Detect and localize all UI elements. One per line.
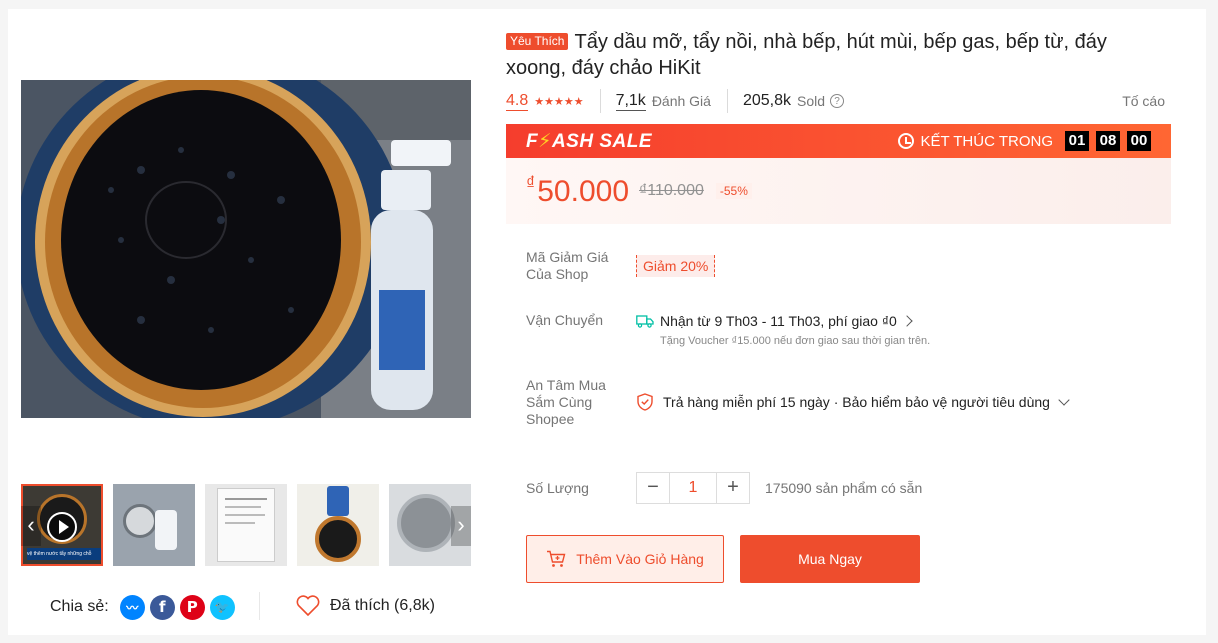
sold-count: 205,8k <box>742 92 792 109</box>
quantity-label: Số Lượng <box>526 480 589 496</box>
thumbnail-2[interactable] <box>113 484 195 566</box>
reviews-count[interactable]: 7,1k <box>615 92 646 111</box>
clock-icon <box>898 133 915 149</box>
flash-sale-bar: F⚡ASH SALE KẾT THÚC TRONG 01 08 00 <box>506 124 1171 158</box>
stock-available: 175090 sản phẩm có sẵn <box>765 480 923 496</box>
guarantee-text: Trả hàng miễn phí 15 ngày · Bảo hiểm bảo… <box>663 394 1050 410</box>
discount-badge: -55% <box>715 183 752 199</box>
stat-divider <box>726 89 728 113</box>
share-bar: Chia sẻ: 〰 f P 🐦 <box>50 594 235 620</box>
flash-sale-timer: KẾT THÚC TRONG 01 08 00 <box>898 131 1151 151</box>
heart-icon <box>296 595 320 616</box>
thumbnail-4[interactable] <box>297 484 379 566</box>
product-main-image[interactable] <box>21 80 471 418</box>
voucher-label: Mã Giảm Giá Của Shop <box>526 249 609 282</box>
truck-icon <box>636 314 654 328</box>
stove-photo <box>21 80 471 418</box>
timer-hours: 01 <box>1065 131 1089 151</box>
share-divider <box>259 592 260 620</box>
sold-label: Sold <box>797 93 826 109</box>
shield-check-icon <box>637 393 653 411</box>
original-price: ₫110.000 <box>639 182 704 199</box>
gallery-prev-arrow[interactable]: ‹ <box>21 506 41 546</box>
cart-plus-icon <box>547 550 566 567</box>
buy-now-button[interactable]: Mua Ngay <box>740 535 920 583</box>
pinterest-icon[interactable]: P <box>179 594 205 620</box>
guarantee-info[interactable]: Trả hàng miễn phí 15 ngày · Bảo hiểm bảo… <box>637 393 1070 411</box>
rating-stars-icon: ★★★★★ <box>534 94 584 108</box>
quantity-input[interactable]: 1 <box>669 473 717 503</box>
shop-voucher-tag[interactable]: Giảm 20% <box>636 255 716 277</box>
report-link[interactable]: Tố cáo <box>1122 93 1165 109</box>
shipping-text: Nhận từ 9 Th03 - 11 Th03, phí giao ₫0 <box>660 313 897 329</box>
quantity-stepper: − 1 + <box>636 472 750 504</box>
rating-value[interactable]: 4.8 <box>506 92 529 111</box>
like-button[interactable]: Đã thích (6,8k) <box>296 595 435 616</box>
facebook-icon[interactable]: f <box>149 594 175 620</box>
thumbnail-3[interactable] <box>205 484 287 566</box>
quantity-decrease-button[interactable]: − <box>637 473 669 503</box>
reviews-label: Đánh Giá <box>651 93 711 109</box>
gallery-next-arrow[interactable]: › <box>451 506 471 546</box>
guarantee-label: An Tâm Mua Sắm Cùng Shopee <box>526 377 606 427</box>
product-title-text: Tẩy dầu mỡ, tẩy nồi, nhà bếp, hút mùi, b… <box>506 31 1107 79</box>
timer-minutes: 08 <box>1096 131 1120 151</box>
chevron-right-icon <box>901 315 913 327</box>
share-label: Chia sẻ: <box>50 598 109 615</box>
thumbnail-caption: vệ thêm nước tẩy những chỗ chưa đi sạch <box>27 548 101 560</box>
like-label: Đã thích (6,8k) <box>330 596 435 614</box>
messenger-icon[interactable]: 〰 <box>119 594 145 620</box>
bolt-icon: ⚡ <box>538 130 552 152</box>
stat-divider <box>599 89 601 113</box>
add-to-cart-button[interactable]: Thêm Vào Giỏ Hàng <box>526 535 724 583</box>
shipping-label: Vận Chuyển <box>526 312 604 328</box>
add-to-cart-label: Thêm Vào Giỏ Hàng <box>576 551 704 567</box>
ends-label: KẾT THÚC TRONG <box>920 132 1053 150</box>
twitter-icon[interactable]: 🐦 <box>209 594 235 620</box>
thumbnail-strip: vệ thêm nước tẩy những chỗ chưa đi sạch … <box>21 484 471 566</box>
product-title: Yêu Thích Tẩy dầu mỡ, tẩy nồi, nhà bếp, h… <box>506 29 1146 81</box>
shipping-voucher-note: Tặng Voucher ₫15.000 nếu đơn giao sau th… <box>660 335 931 347</box>
price-box: ₫50.000 ₫110.000 -55% <box>506 158 1171 224</box>
timer-seconds: 00 <box>1127 131 1151 151</box>
current-price: ₫50.000 <box>526 173 630 208</box>
shipping-info[interactable]: Nhận từ 9 Th03 - 11 Th03, phí giao ₫0 <box>636 313 913 329</box>
play-icon <box>47 512 77 542</box>
favorite-badge: Yêu Thích <box>506 33 569 50</box>
chevron-down-icon <box>1058 394 1070 406</box>
quantity-increase-button[interactable]: + <box>717 473 749 503</box>
flash-sale-logo: F⚡ASH SALE <box>526 130 653 152</box>
product-stats: 4.8 ★★★★★ 7,1k Đánh Giá 205,8k Sold ? Tố… <box>506 89 1171 113</box>
help-icon[interactable]: ? <box>830 94 845 108</box>
